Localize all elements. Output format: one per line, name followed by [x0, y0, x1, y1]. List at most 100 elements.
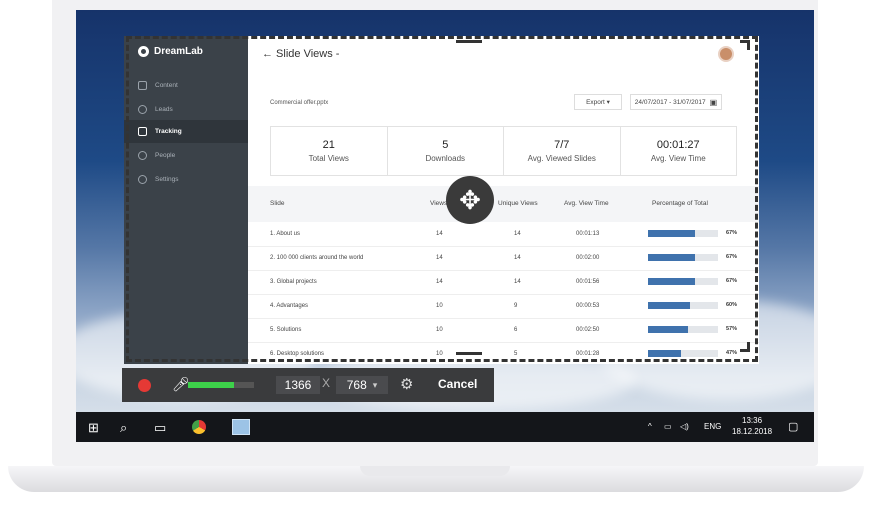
system-clock[interactable]: 13:36 18.12.2018: [732, 415, 772, 437]
task-view-icon[interactable]: ▭: [154, 420, 166, 436]
dreamlab-logo-icon: [138, 46, 149, 57]
cell-slide: 1. About us: [270, 231, 301, 237]
main-content: ← Slide Views - Commercial offer.pptx Ex…: [248, 36, 759, 364]
sidebar-item-settings[interactable]: Settings: [124, 168, 248, 191]
chrome-icon[interactable]: [192, 420, 206, 434]
desktop-screen: DreamLab Content Leads Tracking People S…: [76, 10, 814, 442]
stat-label: Total Views: [308, 154, 349, 163]
cell-views: 10: [436, 351, 443, 357]
laptop-notch: [360, 466, 510, 476]
dimension-separator: X: [322, 376, 331, 390]
column-header-avg-view-time[interactable]: Avg. View Time: [564, 200, 609, 207]
avatar[interactable]: [718, 46, 734, 62]
cell-avg-view-time: 00:01:13: [576, 231, 600, 237]
sidebar-item-leads[interactable]: Leads: [124, 98, 248, 121]
table-row[interactable]: 4. Advantages 10 9 00:00:53 60%: [248, 294, 759, 319]
stat-downloads: 5 Downloads: [388, 127, 504, 175]
cell-avg-view-time: 00:02:00: [576, 255, 600, 261]
stat-total-views: 21 Total Views: [271, 127, 388, 175]
sidebar-item-label: People: [155, 152, 176, 159]
language-indicator[interactable]: ENG: [704, 422, 721, 431]
cell-unique-views: 14: [514, 279, 521, 285]
resize-handle-top-right[interactable]: [740, 40, 750, 50]
stat-label: Avg. View Time: [650, 154, 706, 163]
percentage-value: 67%: [726, 254, 738, 260]
height-value: 768: [346, 378, 367, 392]
table-row[interactable]: 5. Solutions 10 6 00:02:50 57%: [248, 318, 759, 343]
windows-start-icon[interactable]: ⊞: [88, 420, 99, 436]
cell-avg-view-time: 00:01:56: [576, 279, 600, 285]
sidebar-item-tracking[interactable]: Tracking: [124, 120, 248, 143]
cell-unique-views: 14: [514, 231, 521, 237]
stat-avg-view-time: 00:01:27 Avg. View Time: [621, 127, 737, 175]
sidebar-item-label: Settings: [155, 176, 179, 183]
notification-icon[interactable]: ▢: [788, 420, 798, 433]
stat-value: 5: [442, 139, 449, 151]
cell-views: 10: [436, 327, 443, 333]
table-row[interactable]: 1. About us 14 14 00:01:13 67%: [248, 222, 759, 247]
percentage-bar: [648, 254, 718, 261]
percentage-bar-fill: [648, 278, 695, 285]
record-button[interactable]: [138, 379, 151, 392]
volume-icon[interactable]: ◁): [680, 422, 689, 431]
chevron-up-icon[interactable]: ^: [648, 422, 652, 431]
sidebar-item-label: Content: [155, 82, 178, 89]
percentage-bar-fill: [648, 326, 688, 333]
file-name: Commercial offer.pptx: [270, 100, 329, 106]
table-row[interactable]: 6. Desktop solutions 10 5 00:01:28 47%: [248, 342, 759, 364]
brand-logo[interactable]: DreamLab: [138, 46, 203, 57]
document-icon: [138, 81, 147, 90]
recorder-toolbar: 🎤︎ 1366 X 768 ▾ ⚙ Cancel: [122, 368, 494, 402]
percentage-bar: [648, 278, 718, 285]
percentage-bar: [648, 230, 718, 237]
app-window-icon[interactable]: [232, 419, 250, 435]
cell-views: 14: [436, 231, 443, 237]
cancel-button[interactable]: Cancel: [438, 377, 477, 391]
network-icon[interactable]: ▭: [664, 422, 672, 431]
cell-views: 14: [436, 279, 443, 285]
resize-handle-bottom[interactable]: [456, 352, 482, 355]
cell-unique-views: 14: [514, 255, 521, 261]
column-header-percentage[interactable]: Percentage of Total: [652, 200, 708, 207]
brand-name: DreamLab: [154, 46, 203, 57]
column-header-unique-views[interactable]: Unique Views: [498, 200, 538, 207]
search-icon[interactable]: ⌕: [120, 420, 127, 436]
table-row[interactable]: 2. 100 000 clients around the world 14 14 0…: [248, 246, 759, 271]
percentage-value: 47%: [726, 350, 738, 356]
cell-slide: 6. Desktop solutions: [270, 351, 325, 357]
width-input[interactable]: 1366: [276, 376, 320, 394]
sidebar-item-people[interactable]: People: [124, 144, 248, 167]
column-header-views[interactable]: Views: [430, 200, 447, 207]
cell-avg-view-time: 00:02:50: [576, 327, 600, 333]
stats-panel: 21 Total Views 5 Downloads 7/7 Avg. View…: [270, 126, 737, 176]
table-row[interactable]: 3. Global projects 14 14 00:01:56 67%: [248, 270, 759, 295]
stat-value: 00:01:27: [656, 139, 700, 151]
percentage-value: 67%: [726, 278, 738, 284]
percentage-value: 67%: [726, 230, 738, 236]
gear-icon: [138, 175, 147, 184]
export-button[interactable]: Export ▾: [574, 94, 622, 110]
bar-chart-icon: [138, 127, 147, 136]
cell-slide: 2. 100 000 clients around the world: [270, 255, 364, 261]
cell-views: 14: [436, 255, 443, 261]
taskbar: ⊞ ⌕ ▭ ^ ▭ ◁) ENG 13:36 18.12.2018 ▢: [76, 412, 814, 442]
clock-time: 13:36: [742, 416, 763, 425]
resize-handle-bottom-right[interactable]: [740, 342, 750, 352]
move-icon[interactable]: ✥: [446, 176, 494, 224]
sidebar-item-content[interactable]: Content: [124, 74, 248, 97]
stat-label: Avg. Viewed Slides: [527, 154, 596, 163]
cell-avg-view-time: 00:01:28: [576, 351, 600, 357]
resize-handle-top[interactable]: [456, 40, 482, 43]
height-select[interactable]: 768 ▾: [336, 376, 388, 394]
column-header-slide[interactable]: Slide: [270, 200, 284, 207]
page-title[interactable]: ← Slide Views -: [262, 48, 339, 60]
sidebar-item-label: Leads: [155, 106, 173, 113]
stat-value: 21: [322, 139, 335, 151]
table-header: Slide Views Unique Views Avg. View Time …: [248, 186, 759, 222]
chevron-down-icon: ▾: [372, 379, 378, 390]
stat-label: Downloads: [425, 154, 466, 163]
date-range-picker[interactable]: 24/07/2017 - 31/07/2017 ▣: [630, 94, 722, 110]
cell-slide: 4. Advantages: [270, 303, 309, 309]
cell-avg-view-time: 00:00:53: [576, 303, 600, 309]
gear-icon[interactable]: ⚙: [400, 375, 413, 393]
